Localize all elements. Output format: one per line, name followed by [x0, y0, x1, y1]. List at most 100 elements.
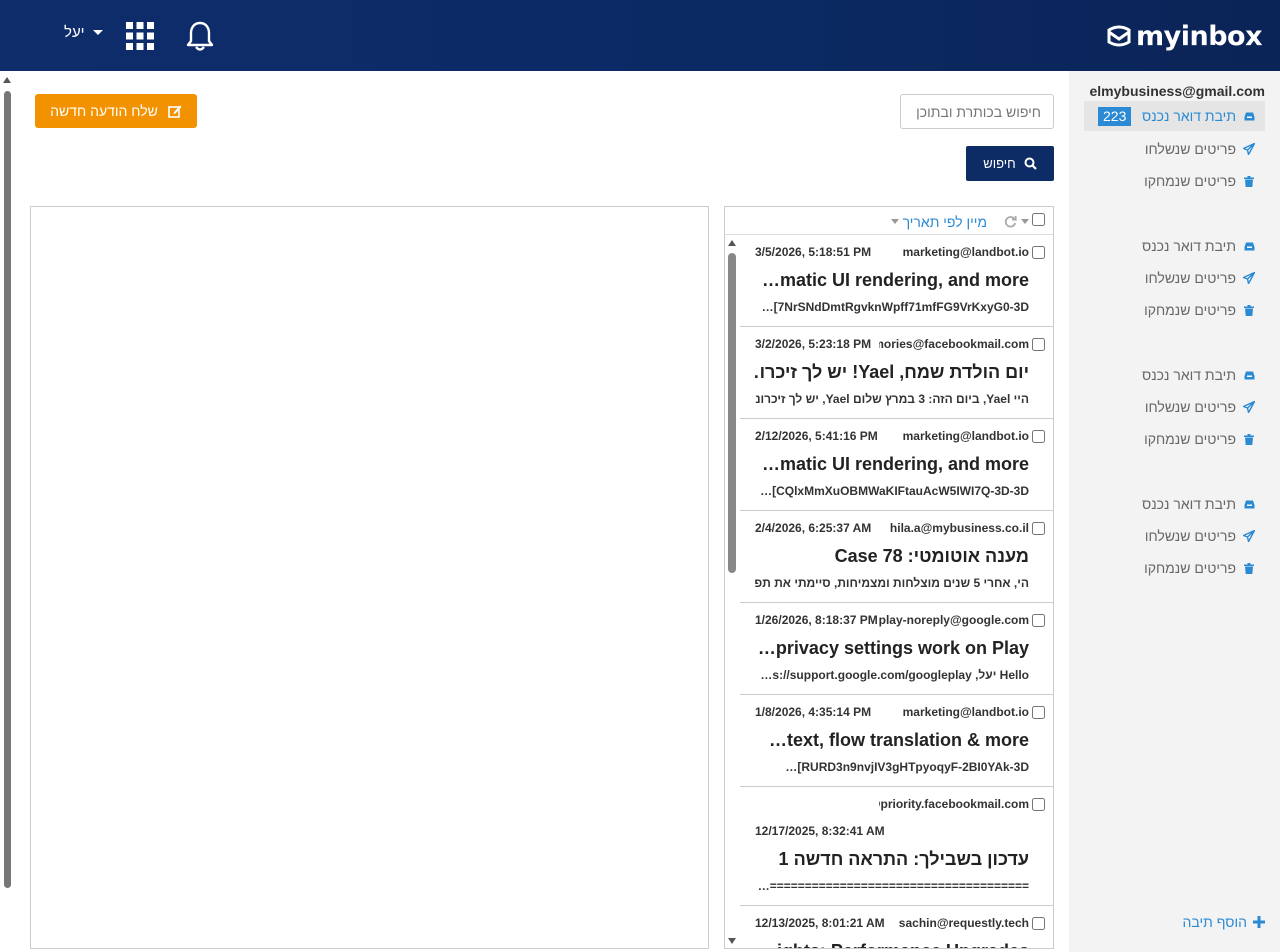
sidebar-item-inbox[interactable]: תיבת דואר נכנס — [1084, 231, 1265, 261]
message-sender: marketing@landbot.io — [902, 245, 1029, 259]
message-snippet: =====================================… — [757, 879, 1029, 893]
list-toolbar: מיין לפי תאריך — [725, 207, 1053, 235]
message-checkbox[interactable] — [1032, 246, 1045, 259]
trash-icon — [1243, 562, 1255, 574]
add-folder-label: הוסף תיבה — [1182, 914, 1247, 930]
add-folder-link[interactable]: הוסף תיבה — [1183, 914, 1265, 930]
folder-label: פריטים שנמחקו — [1144, 302, 1236, 318]
paper-plane-icon — [1243, 401, 1255, 413]
inbox-icon — [1243, 369, 1255, 381]
message-sender: hila.a@mybusiness.co.il — [889, 521, 1029, 535]
select-all-checkbox[interactable] — [1032, 213, 1045, 226]
list-scrollbar-thumb[interactable] — [728, 253, 736, 573]
sidebar-item-inbox[interactable]: תיבת דואר נכנס — [1084, 360, 1265, 390]
folder-label: תיבת דואר נכנס — [1142, 496, 1236, 512]
select-menu-caret-icon[interactable] — [1021, 219, 1029, 224]
search-input[interactable] — [900, 94, 1054, 129]
message-row[interactable]: hila.a@mybusiness.co.il 2/4/2026, 6:25:3… — [740, 511, 1053, 603]
message-checkbox[interactable] — [1032, 522, 1045, 535]
page-scrollbar[interactable] — [0, 71, 15, 952]
scroll-up-icon[interactable] — [728, 240, 736, 246]
unread-count-badge: 223 — [1098, 107, 1132, 126]
message-snippet: Hello יעל, s://support.google.com/google… — [760, 668, 1029, 682]
logo-text: myinbox — [1135, 20, 1263, 52]
message-subject: privacy settings work on Play… — [757, 638, 1029, 658]
folder-label: תיבת דואר נכנס — [1142, 238, 1236, 254]
sort-dropdown[interactable]: מיין לפי תאריך — [903, 214, 987, 230]
message-date: 2/12/2026, 5:41:16 PM — [755, 429, 878, 443]
scroll-up-icon[interactable] — [3, 77, 11, 83]
folder-label: פריטים שנמחקו — [1144, 560, 1236, 576]
folder-label: פריטים שנשלחו — [1144, 141, 1236, 157]
sidebar-item-deleted[interactable]: פריטים שנמחקו — [1084, 553, 1265, 583]
scroll-down-icon[interactable] — [728, 938, 736, 944]
message-checkbox[interactable] — [1032, 798, 1045, 811]
inbox-icon — [1243, 110, 1255, 122]
list-scrollbar[interactable] — [725, 235, 740, 948]
bell-icon[interactable] — [186, 20, 214, 52]
message-checkbox[interactable] — [1032, 430, 1045, 443]
sidebar-item-deleted[interactable]: פריטים שנמחקו — [1084, 424, 1265, 454]
search-button-label: חיפוש — [983, 156, 1016, 171]
sidebar-item-inbox[interactable]: תיבת דואר נכנס 223 — [1084, 101, 1265, 131]
message-checkbox[interactable] — [1032, 706, 1045, 719]
compose-label: שלח הודעה חדשה — [50, 103, 158, 119]
grid-icon[interactable] — [126, 22, 154, 50]
folder-label: תיבת דואר נכנס — [1142, 367, 1236, 383]
myinbox-logo[interactable]: myinbox — [1106, 20, 1263, 52]
folder-label: פריטים שנשלחו — [1144, 399, 1236, 415]
message-row[interactable]: sachin@requestly.tech 12/13/2025, 8:01:2… — [740, 906, 1053, 948]
chevron-down-icon — [92, 30, 103, 35]
message-checkbox[interactable] — [1032, 338, 1045, 351]
search-icon — [1024, 157, 1037, 170]
search-button[interactable]: חיפוש — [966, 146, 1054, 181]
trash-icon — [1243, 304, 1255, 316]
message-subject: text, flow translation & more… — [768, 730, 1029, 750]
scrollbar-thumb[interactable] — [4, 91, 11, 888]
account-email: elmybusiness@gmail.com — [1089, 83, 1266, 99]
message-snippet: הי, אחרי 5 שנים מוצלחות ומצמיחות, סיימתי… — [754, 576, 1029, 590]
logo-mark-icon — [1107, 25, 1131, 47]
message-subject: matic UI rendering, and more… — [761, 454, 1029, 474]
refresh-icon[interactable] — [1004, 215, 1017, 228]
trash-icon — [1243, 433, 1255, 445]
inbox-icon — [1243, 240, 1255, 252]
sidebar-item-deleted[interactable]: פריטים שנמחקו — [1084, 166, 1265, 196]
message-row[interactable]: memories@facebookmail.com 3/2/2026, 5:23… — [740, 327, 1053, 419]
message-row[interactable]: marketing@landbot.io 3/5/2026, 5:18:51 P… — [740, 235, 1053, 327]
sidebar-item-sent[interactable]: פריטים שנשלחו — [1084, 392, 1265, 422]
message-date: 12/17/2025, 8:32:41 AM — [755, 824, 885, 838]
compose-button[interactable]: שלח הודעה חדשה — [35, 94, 197, 128]
plus-icon — [1253, 916, 1265, 928]
trash-icon — [1243, 175, 1255, 187]
message-row[interactable]: notification@priority.facebookmail.com 1… — [740, 787, 1053, 906]
message-sender: notification@priority.facebookmail.com — [879, 797, 1029, 811]
message-checkbox[interactable] — [1032, 917, 1045, 930]
folder-label: פריטים שנשלחו — [1144, 270, 1236, 286]
message-snippet: היי Yael, ביום הזה: 3 במרץ שלום Yael, יש… — [754, 392, 1029, 406]
message-row[interactable]: marketing@landbot.io 2/12/2026, 5:41:16 … — [740, 419, 1053, 511]
message-list-pane: מיין לפי תאריך marketing@landbot.io 3/5/… — [724, 206, 1054, 949]
message-sender: marketing@landbot.io — [902, 429, 1029, 443]
sidebar-item-sent[interactable]: פריטים שנשלחו — [1084, 263, 1265, 293]
sidebar-item-sent[interactable]: פריטים שנשלחו — [1084, 521, 1265, 551]
sidebar-item-sent[interactable]: פריטים שנשלחו — [1084, 134, 1265, 164]
message-date: 12/13/2025, 8:01:21 AM — [755, 916, 885, 930]
folder-label: פריטים שנמחקו — [1144, 173, 1236, 189]
message-checkbox[interactable] — [1032, 614, 1045, 627]
message-row[interactable]: googleplay-noreply@google.com 1/26/2026,… — [740, 603, 1053, 695]
user-menu[interactable]: יעל — [64, 24, 103, 41]
sidebar-item-inbox[interactable]: תיבת דואר נכנס — [1084, 489, 1265, 519]
paper-plane-icon — [1243, 143, 1255, 155]
app-root: myinbox יעל שלח הודעה חדשה חיפוש בכותרת … — [0, 0, 1280, 952]
message-sender: sachin@requestly.tech — [898, 916, 1029, 930]
sidebar-item-deleted[interactable]: פריטים שנמחקו — [1084, 295, 1265, 325]
message-subject: יום הולדת שמח, Yael! יש לך זיכרו… — [754, 362, 1029, 382]
message-sender: marketing@landbot.io — [902, 705, 1029, 719]
folder-label: פריטים שנמחקו — [1144, 431, 1236, 447]
sort-caret-icon[interactable] — [891, 219, 899, 224]
message-preview-pane — [30, 206, 709, 949]
top-header: myinbox יעל — [0, 0, 1280, 71]
message-row[interactable]: marketing@landbot.io 1/8/2026, 4:35:14 P… — [740, 695, 1053, 787]
message-date: 1/8/2026, 4:35:14 PM — [755, 705, 872, 719]
